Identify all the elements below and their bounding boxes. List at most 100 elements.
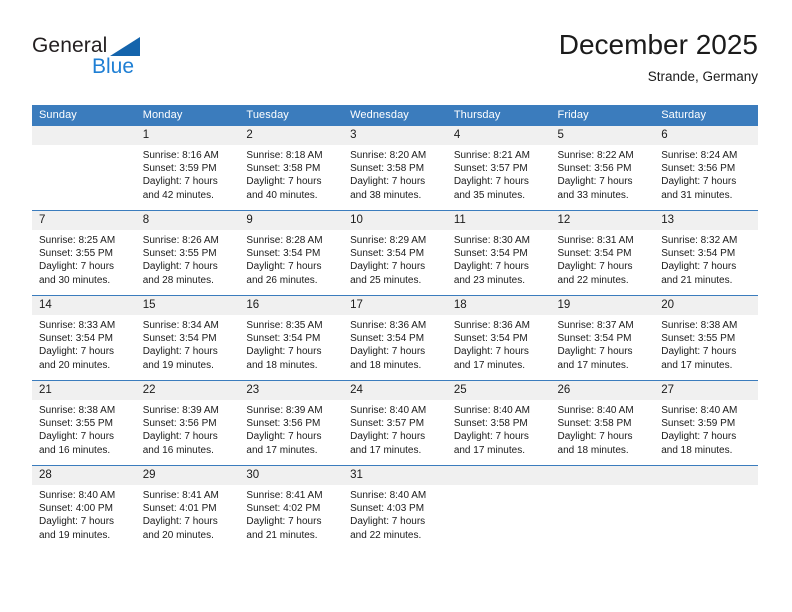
- daylight-text-line2: and 26 minutes.: [246, 274, 318, 286]
- sunset-text: Sunset: 3:56 PM: [142, 418, 217, 430]
- sunset-text: Sunset: 3:59 PM: [661, 418, 736, 430]
- calendar-week-row: 1 Sunrise: 8:16 AM Sunset: 3:59 PM Daylight…: [32, 126, 758, 211]
- day-details: Sunrise: 8:38 AM Sunset: 3:55 PM Daylight:…: [654, 315, 758, 372]
- sunset-text: Sunset: 3:54 PM: [246, 248, 321, 260]
- daylight-text-line1: Daylight: 7 hours: [39, 346, 115, 358]
- calendar-day-cell[interactable]: 25 Sunrise: 8:40 AM Sunset: 3:58 PM Dayligh…: [446, 380, 551, 466]
- sunset-text: Sunset: 3:59 PM: [142, 163, 217, 175]
- daylight-text-line1: Daylight: 7 hours: [142, 431, 218, 443]
- calendar-day-cell[interactable]: 2 Sunrise: 8:18 AM Sunset: 3:58 PM Daylight…: [239, 126, 344, 211]
- sunrise-text: Sunrise: 8:38 AM: [39, 405, 116, 416]
- day-details: Sunrise: 8:16 AM Sunset: 3:59 PM Daylight:…: [136, 145, 240, 202]
- calendar-day-cell[interactable]: 1 Sunrise: 8:16 AM Sunset: 3:59 PM Daylight…: [135, 126, 240, 211]
- sunrise-text: Sunrise: 8:20 AM: [350, 150, 427, 161]
- calendar-grid: Sunday Monday Tuesday Wednesday Thursday…: [32, 105, 758, 550]
- daylight-text-line2: and 42 minutes.: [142, 189, 214, 201]
- daylight-text-line1: Daylight: 7 hours: [246, 176, 322, 188]
- sunset-text: Sunset: 3:54 PM: [557, 248, 632, 260]
- calendar-day-cell[interactable]: 6 Sunrise: 8:24 AM Sunset: 3:56 PM Daylight…: [654, 126, 758, 211]
- calendar-day-cell[interactable]: 9 Sunrise: 8:28 AM Sunset: 3:54 PM Daylight…: [239, 210, 344, 296]
- daylight-text-line2: and 16 minutes.: [142, 444, 214, 456]
- calendar-day-cell[interactable]: 11 Sunrise: 8:30 AM Sunset: 3:54 PM Dayligh…: [446, 210, 551, 296]
- calendar-day-cell[interactable]: 12 Sunrise: 8:31 AM Sunset: 3:54 PM Dayligh…: [550, 210, 655, 296]
- sunrise-text: Sunrise: 8:41 AM: [142, 490, 219, 501]
- page-subtitle: Strande, Germany: [647, 69, 758, 84]
- daylight-text-line2: and 21 minutes.: [246, 529, 318, 541]
- sunset-text: Sunset: 3:55 PM: [661, 333, 736, 345]
- calendar-day-cell[interactable]: 31 Sunrise: 8:40 AM Sunset: 4:03 PM Dayligh…: [343, 465, 447, 550]
- weekday-header-sunday: Sunday: [32, 105, 136, 126]
- sunset-text: Sunset: 4:03 PM: [350, 503, 425, 515]
- calendar-day-cell[interactable]: 23 Sunrise: 8:39 AM Sunset: 3:56 PM Dayligh…: [239, 380, 344, 466]
- calendar-day-cell[interactable]: 5 Sunrise: 8:22 AM Sunset: 3:56 PM Daylight…: [550, 126, 655, 211]
- daylight-text-line2: and 17 minutes.: [453, 359, 525, 371]
- daylight-text-line2: and 20 minutes.: [39, 359, 111, 371]
- calendar-day-cell[interactable]: 21 Sunrise: 8:38 AM Sunset: 3:55 PM Dayligh…: [32, 380, 136, 466]
- calendar-day-cell[interactable]: 14 Sunrise: 8:33 AM Sunset: 3:54 PM Dayligh…: [32, 295, 136, 381]
- daylight-text-line1: Daylight: 7 hours: [142, 346, 218, 358]
- daylight-text-line1: Daylight: 7 hours: [39, 516, 115, 528]
- day-number: 14: [32, 296, 136, 315]
- calendar-day-cell[interactable]: 10 Sunrise: 8:29 AM Sunset: 3:54 PM Dayligh…: [343, 210, 447, 296]
- sunset-text: Sunset: 3:58 PM: [453, 418, 528, 430]
- day-number: 11: [446, 211, 551, 230]
- calendar-day-cell[interactable]: 19 Sunrise: 8:37 AM Sunset: 3:54 PM Dayligh…: [550, 295, 655, 381]
- calendar-day-cell[interactable]: 7 Sunrise: 8:25 AM Sunset: 3:55 PM Daylight…: [32, 210, 136, 296]
- calendar-day-cell[interactable]: 29 Sunrise: 8:41 AM Sunset: 4:01 PM Dayligh…: [135, 465, 240, 550]
- calendar-day-cell[interactable]: 16 Sunrise: 8:35 AM Sunset: 3:54 PM Dayligh…: [239, 295, 344, 381]
- sunrise-text: Sunrise: 8:40 AM: [350, 490, 427, 501]
- day-details: Sunrise: 8:36 AM Sunset: 3:54 PM Daylight:…: [447, 315, 551, 372]
- calendar-day-cell[interactable]: 18 Sunrise: 8:36 AM Sunset: 3:54 PM Dayligh…: [446, 295, 551, 381]
- sunrise-text: Sunrise: 8:35 AM: [246, 320, 323, 331]
- daylight-text-line1: Daylight: 7 hours: [453, 346, 529, 358]
- calendar-day-cell[interactable]: 4 Sunrise: 8:21 AM Sunset: 3:57 PM Daylight…: [446, 126, 551, 211]
- daylight-text-line2: and 31 minutes.: [661, 189, 733, 201]
- day-details: Sunrise: 8:41 AM Sunset: 4:02 PM Daylight:…: [239, 485, 343, 542]
- calendar-week-row: 7 Sunrise: 8:25 AM Sunset: 3:55 PM Daylight…: [32, 210, 758, 296]
- day-details: Sunrise: 8:39 AM Sunset: 3:56 PM Daylight:…: [239, 400, 343, 457]
- daylight-text-line1: Daylight: 7 hours: [246, 516, 322, 528]
- calendar-day-cell[interactable]: 30 Sunrise: 8:41 AM Sunset: 4:02 PM Dayligh…: [239, 465, 344, 550]
- day-details: Sunrise: 8:32 AM Sunset: 3:54 PM Daylight:…: [654, 230, 758, 287]
- day-details: Sunrise: 8:33 AM Sunset: 3:54 PM Daylight:…: [32, 315, 136, 372]
- calendar-body: 1 Sunrise: 8:16 AM Sunset: 3:59 PM Daylight…: [32, 126, 758, 550]
- day-number: 13: [654, 211, 758, 230]
- day-number: 15: [135, 296, 240, 315]
- calendar-day-cell[interactable]: 22 Sunrise: 8:39 AM Sunset: 3:56 PM Dayligh…: [135, 380, 240, 466]
- page-title: December 2025: [558, 29, 758, 60]
- sunrise-text: Sunrise: 8:25 AM: [39, 235, 116, 246]
- daylight-text-line1: Daylight: 7 hours: [661, 431, 737, 443]
- sunset-text: Sunset: 3:55 PM: [142, 248, 217, 260]
- daylight-text-line1: Daylight: 7 hours: [557, 261, 633, 273]
- daylight-text-line2: and 18 minutes.: [557, 444, 629, 456]
- day-details: Sunrise: 8:41 AM Sunset: 4:01 PM Daylight:…: [136, 485, 240, 542]
- general-blue-logo[interactable]: General Blue: [32, 34, 212, 90]
- sunrise-text: Sunrise: 8:40 AM: [39, 490, 116, 501]
- day-number: [654, 466, 758, 485]
- calendar-day-cell[interactable]: 3 Sunrise: 8:20 AM Sunset: 3:58 PM Daylight…: [343, 126, 447, 211]
- day-details: Sunrise: 8:22 AM Sunset: 3:56 PM Daylight:…: [551, 145, 655, 202]
- calendar-day-cell[interactable]: 17 Sunrise: 8:36 AM Sunset: 3:54 PM Dayligh…: [343, 295, 447, 381]
- calendar-day-cell[interactable]: 13 Sunrise: 8:32 AM Sunset: 3:54 PM Dayligh…: [654, 210, 758, 296]
- sunset-text: Sunset: 3:57 PM: [453, 163, 528, 175]
- calendar-day-cell[interactable]: 27 Sunrise: 8:40 AM Sunset: 3:59 PM Dayligh…: [654, 380, 758, 466]
- calendar-day-cell[interactable]: 20 Sunrise: 8:38 AM Sunset: 3:55 PM Dayligh…: [654, 295, 758, 381]
- sunset-text: Sunset: 3:54 PM: [142, 333, 217, 345]
- day-number: 1: [135, 126, 240, 145]
- daylight-text-line1: Daylight: 7 hours: [142, 261, 218, 273]
- sunrise-text: Sunrise: 8:21 AM: [453, 150, 530, 161]
- daylight-text-line1: Daylight: 7 hours: [453, 431, 529, 443]
- calendar-day-cell-empty: [550, 465, 655, 550]
- calendar-day-cell[interactable]: 24 Sunrise: 8:40 AM Sunset: 3:57 PM Dayligh…: [343, 380, 447, 466]
- calendar-day-cell[interactable]: 28 Sunrise: 8:40 AM Sunset: 4:00 PM Dayligh…: [32, 465, 136, 550]
- daylight-text-line2: and 28 minutes.: [142, 274, 214, 286]
- day-details: Sunrise: 8:31 AM Sunset: 3:54 PM Daylight:…: [551, 230, 655, 287]
- day-number: [550, 466, 655, 485]
- day-details: Sunrise: 8:25 AM Sunset: 3:55 PM Daylight:…: [32, 230, 136, 287]
- sunset-text: Sunset: 3:56 PM: [557, 163, 632, 175]
- sunrise-text: Sunrise: 8:40 AM: [557, 405, 634, 416]
- day-number: [446, 466, 551, 485]
- calendar-day-cell[interactable]: 8 Sunrise: 8:26 AM Sunset: 3:55 PM Daylight…: [135, 210, 240, 296]
- calendar-day-cell[interactable]: 26 Sunrise: 8:40 AM Sunset: 3:58 PM Dayligh…: [550, 380, 655, 466]
- calendar-day-cell[interactable]: 15 Sunrise: 8:34 AM Sunset: 3:54 PM Dayligh…: [135, 295, 240, 381]
